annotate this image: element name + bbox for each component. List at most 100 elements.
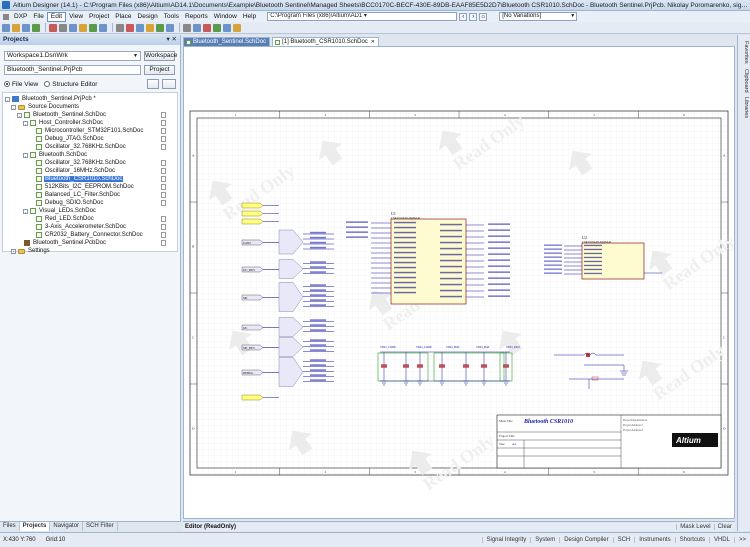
collapse-icon[interactable]: - xyxy=(23,120,28,126)
toolbar-button-icon[interactable] xyxy=(233,23,241,32)
tab-navigator[interactable]: Navigator xyxy=(50,522,84,531)
close-icon[interactable]: ✕ xyxy=(371,38,375,46)
tree-item[interactable]: - Bluetooth_Sentinel.SchDoc xyxy=(17,111,107,119)
workspace-select[interactable]: Workspace1.DsnWrk ▼ xyxy=(4,51,141,61)
file-view-radio[interactable]: File View xyxy=(4,81,38,88)
toolbar-button-icon[interactable] xyxy=(223,23,231,32)
toolbar-button-icon[interactable] xyxy=(183,23,191,32)
tree-item[interactable]: CR2032_Battery_Connector.SchDoc xyxy=(29,231,144,239)
menu-reports[interactable]: Reports xyxy=(182,12,211,22)
collapse-icon[interactable]: - xyxy=(23,208,28,214)
structure-editor-radio[interactable]: Structure Editor xyxy=(44,81,97,88)
clear-button[interactable]: Clear xyxy=(713,523,735,530)
tree-item[interactable]: Bluetooth_CSR1010.SchDoc xyxy=(29,175,124,183)
menu-view[interactable]: View xyxy=(66,12,86,22)
toolbar-button-icon[interactable] xyxy=(213,23,221,32)
schematic-sheet[interactable]: 112233445566A AB BC CD D Read OnlyRead OnlyR… xyxy=(184,47,735,519)
collapse-icon[interactable]: - xyxy=(11,104,16,110)
status-vhdl-button[interactable]: VHDL xyxy=(708,537,734,543)
menu-tools[interactable]: Tools xyxy=(161,12,182,22)
toolbar-button-icon[interactable] xyxy=(22,23,30,32)
tree-item[interactable]: Balanced_LC_Filter.SchDoc xyxy=(29,191,121,199)
toolbar-button-icon[interactable] xyxy=(126,23,134,32)
expand-icon[interactable]: + xyxy=(11,248,16,254)
status-signal-integrity-button[interactable]: Signal Integrity xyxy=(481,537,531,543)
tree-item[interactable]: - Bluetooth_Sentinel.PrjPcb * xyxy=(5,95,97,103)
toolbar-button-icon[interactable] xyxy=(69,23,77,32)
nav-forward-icon[interactable]: › xyxy=(469,12,478,21)
toolbar-button-icon[interactable] xyxy=(99,23,107,32)
dxp-icon[interactable] xyxy=(3,13,9,20)
status-shortcuts-button[interactable]: Shortcuts xyxy=(674,537,709,543)
toolbar-button-icon[interactable] xyxy=(2,23,10,32)
toolbar-button-icon[interactable] xyxy=(136,23,144,32)
status-design-compiler-button[interactable]: Design Compiler xyxy=(559,537,612,543)
status-sch-button[interactable]: SCH xyxy=(612,537,635,543)
close-icon[interactable]: ▾ ✕ xyxy=(166,35,177,45)
tab-files[interactable]: Files xyxy=(0,522,20,531)
tree-item[interactable]: + Settings xyxy=(11,247,51,255)
tree-item[interactable]: Bluetooth_Sentinel.PcbDoc xyxy=(17,239,107,247)
libraries-tab[interactable]: Libraries xyxy=(740,97,749,118)
toolbar-button-icon[interactable] xyxy=(166,23,174,32)
menu-design[interactable]: Design xyxy=(135,12,161,22)
favorites-tab[interactable]: Favorites xyxy=(740,41,749,64)
toolbar-button-icon[interactable] xyxy=(203,23,211,32)
menu-window[interactable]: Window xyxy=(211,12,240,22)
toolbar-button-icon[interactable] xyxy=(79,23,87,32)
toolbar-button-icon[interactable] xyxy=(156,23,164,32)
mask-level-button[interactable]: Mask Level xyxy=(676,523,713,530)
tree-item[interactable]: Oscillator_32.768KHz.SchDoc xyxy=(29,143,127,151)
toolbar-button-icon[interactable] xyxy=(116,23,124,32)
variants-select[interactable]: [No Variations] ▼ xyxy=(499,12,578,21)
menu-edit[interactable]: Edit xyxy=(46,11,67,22)
tab-bluetooth-csr1010[interactable]: [1] Bluetooth_CSR1010.SchDoc ✕ xyxy=(272,37,379,46)
tree-item[interactable]: Debug_JTAG.SchDoc xyxy=(29,135,105,143)
status-system-button[interactable]: System xyxy=(530,537,559,543)
tree-item[interactable]: Oscillator_32.768KHz.SchDoc xyxy=(29,159,127,167)
nav-back-icon[interactable]: ‹ xyxy=(459,12,468,21)
project-field[interactable]: Bluetooth_Sentinel.PrjPcb xyxy=(4,65,141,75)
toolbar-button-icon[interactable] xyxy=(59,23,67,32)
menu-project[interactable]: Project xyxy=(86,12,112,22)
right-panel-strip: Favorites Clipboard Libraries xyxy=(737,35,750,531)
clipboard-tab[interactable]: Clipboard xyxy=(740,69,749,93)
document-path-field[interactable]: C:\Program Files (x86)\Altium\AD1 ▾ xyxy=(267,12,458,21)
collapse-icon[interactable]: - xyxy=(17,112,22,118)
toolbar-button-icon[interactable] xyxy=(49,23,57,32)
status-instruments-button[interactable]: Instruments xyxy=(634,537,674,543)
tree-item[interactable]: 3-Axis_Accelerometer.SchDoc xyxy=(29,223,127,231)
tree-item[interactable]: 512KBits_I2C_EEPROM.SchDoc xyxy=(29,183,135,191)
workspace-button[interactable]: Workspace xyxy=(144,51,177,61)
settings-icon[interactable] xyxy=(162,79,177,89)
collapse-icon[interactable]: - xyxy=(23,152,28,158)
menu-help[interactable]: Help xyxy=(240,12,259,22)
project-button[interactable]: Project xyxy=(144,65,175,75)
tree-item[interactable]: Oscillator_16MHz.SchDoc xyxy=(29,167,116,175)
menu-file[interactable]: File xyxy=(30,12,46,22)
schematic-canvas[interactable]: 112233445566AABBCCDD Read Only Read Only R… xyxy=(183,46,735,519)
tree-item[interactable]: - Bluetooth.SchDoc xyxy=(23,151,88,159)
tree-item[interactable]: - Source Documents xyxy=(11,103,80,111)
menu-dxp[interactable]: DXP xyxy=(11,12,30,22)
status---button[interactable]: >> xyxy=(733,537,750,543)
collapse-icon[interactable]: - xyxy=(5,96,10,102)
toolbar-button-icon[interactable] xyxy=(12,23,20,32)
folder-icon[interactable] xyxy=(147,79,160,89)
toolbar-button-icon[interactable] xyxy=(89,23,97,32)
net-label xyxy=(310,359,326,361)
tab-bluetooth-sentinel[interactable]: Bluetooth_Sentinel.SchDoc xyxy=(183,37,271,46)
toolbar-button-icon[interactable] xyxy=(32,23,40,32)
tree-item[interactable]: Microcontroller_STM32F101.SchDoc xyxy=(29,127,144,135)
nav-home-icon[interactable]: ⌂ xyxy=(479,12,488,21)
tab-sch-filter[interactable]: SCH Filter xyxy=(83,522,118,531)
tree-item[interactable]: - Visual_LEDs.SchDoc xyxy=(23,207,97,215)
tree-item[interactable]: - Host_Controller.SchDoc xyxy=(23,119,104,127)
menu-place[interactable]: Place xyxy=(112,12,134,22)
tree-item[interactable]: Red_LED.SchDoc xyxy=(29,215,95,223)
toolbar-button-icon[interactable] xyxy=(146,23,154,32)
tree-item[interactable]: Debug_SDIO.SchDoc xyxy=(29,199,104,207)
toolbar-button-icon[interactable] xyxy=(193,23,201,32)
tab-projects[interactable]: Projects xyxy=(19,522,51,531)
zone-number-bottom: 2 xyxy=(325,470,327,474)
